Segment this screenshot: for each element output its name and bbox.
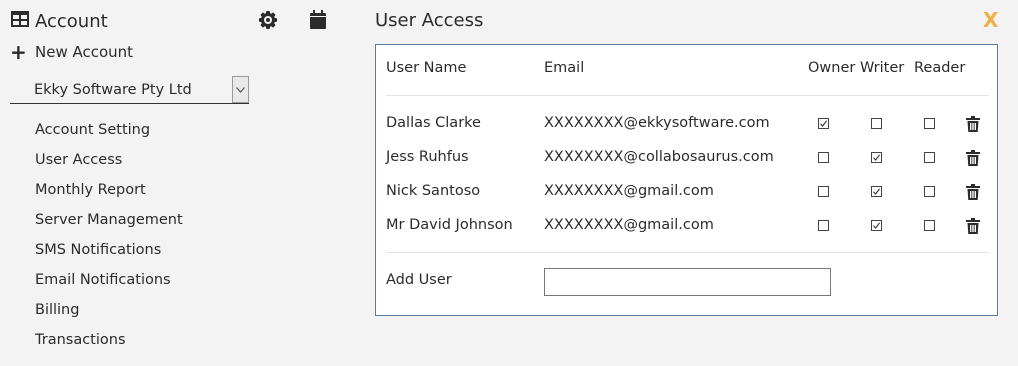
sidebar-item-server-management[interactable]: Server Management <box>35 210 183 240</box>
sidebar-item-transactions[interactable]: Transactions <box>35 330 183 360</box>
trash-icon[interactable] <box>966 150 980 166</box>
owner-checkbox[interactable] <box>818 186 829 197</box>
account-header: Account <box>10 10 108 32</box>
owner-checkbox[interactable] <box>818 220 829 231</box>
trash-icon[interactable] <box>966 218 980 234</box>
account-select-value: Ekky Software Pty Ltd <box>34 81 192 98</box>
user-name-cell: Mr David Johnson <box>386 217 513 233</box>
chevron-down-icon[interactable] <box>232 76 249 103</box>
close-button[interactable]: X <box>983 8 998 32</box>
header-divider <box>386 95 989 96</box>
account-title: Account <box>35 10 108 32</box>
new-account-button[interactable]: + New Account <box>10 40 134 64</box>
gear-icon[interactable] <box>258 10 278 30</box>
header-writer: Writer <box>860 60 905 76</box>
trash-icon[interactable] <box>966 116 980 132</box>
writer-checkbox[interactable] <box>871 118 882 129</box>
writer-checkbox[interactable] <box>871 220 882 231</box>
user-email-cell: XXXXXXXX@gmail.com <box>544 217 714 233</box>
header-reader: Reader <box>914 60 966 76</box>
user-name-cell: Nick Santoso <box>386 183 481 199</box>
sidebar-item-email-notifications[interactable]: Email Notifications <box>35 270 183 300</box>
reader-checkbox[interactable] <box>924 118 935 129</box>
user-name-cell: Dallas Clarke <box>386 115 481 131</box>
new-account-label: New Account <box>35 43 134 61</box>
owner-checkbox[interactable] <box>818 152 829 163</box>
user-email-cell: XXXXXXXX@gmail.com <box>544 183 714 199</box>
writer-checkbox[interactable] <box>871 152 882 163</box>
sidebar-item-sms-notifications[interactable]: SMS Notifications <box>35 240 183 270</box>
user-access-panel: User Name Email Owner Writer Reader Dall… <box>375 44 998 316</box>
reader-checkbox[interactable] <box>924 186 935 197</box>
table-divider <box>386 252 989 253</box>
user-email-cell: XXXXXXXX@collabosaurus.com <box>544 149 774 165</box>
trash-icon[interactable] <box>966 184 980 200</box>
reader-checkbox[interactable] <box>924 220 935 231</box>
sidebar-item-account-setting[interactable]: Account Setting <box>35 120 183 150</box>
add-user-label: Add User <box>386 272 452 288</box>
add-user-input[interactable] <box>544 268 831 296</box>
sidebar-item-user-access[interactable]: User Access <box>35 150 183 180</box>
writer-checkbox[interactable] <box>871 186 882 197</box>
plus-icon: + <box>10 40 27 64</box>
user-name-cell: Jess Ruhfus <box>386 149 469 165</box>
owner-checkbox[interactable] <box>818 118 829 129</box>
page-title: User Access <box>375 10 484 31</box>
grid-icon <box>10 10 30 32</box>
header-email: Email <box>544 60 585 76</box>
header-owner: Owner <box>808 60 856 76</box>
calendar-icon[interactable] <box>309 10 329 30</box>
sidebar: Account + New Account Ekky Software Pty <box>0 0 360 366</box>
account-select[interactable]: Ekky Software Pty Ltd <box>10 76 249 104</box>
header-user-name: User Name <box>386 60 467 76</box>
user-email-cell: XXXXXXXX@ekkysoftware.com <box>544 115 770 131</box>
sidebar-menu: Account Setting User Access Monthly Repo… <box>35 120 183 360</box>
sidebar-item-billing[interactable]: Billing <box>35 300 183 330</box>
sidebar-item-monthly-report[interactable]: Monthly Report <box>35 180 183 210</box>
reader-checkbox[interactable] <box>924 152 935 163</box>
